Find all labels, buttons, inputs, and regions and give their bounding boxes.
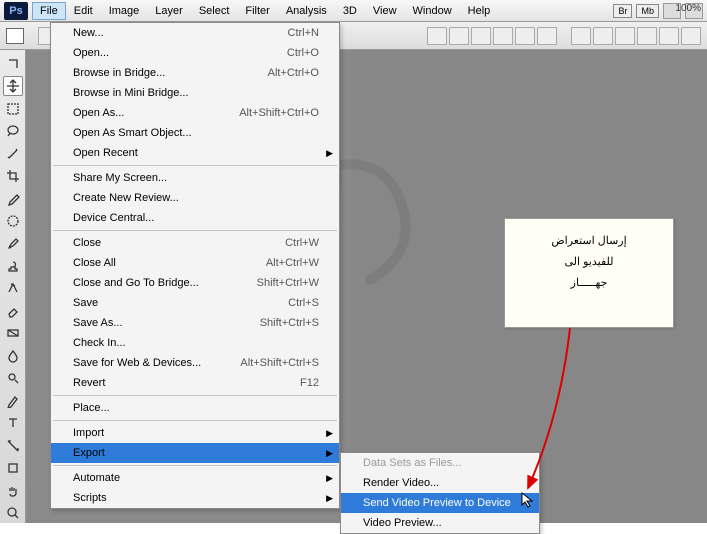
minibridge-badge[interactable]: Mb [636, 4, 659, 18]
submenu-arrow-icon: ▶ [326, 493, 333, 504]
menu-help[interactable]: Help [460, 2, 499, 20]
menu-file[interactable]: File [32, 2, 66, 20]
tool-brush[interactable] [3, 234, 23, 253]
align-group [427, 27, 557, 45]
menuitem-place[interactable]: Place... [51, 398, 339, 418]
tool-zoom[interactable] [3, 503, 23, 522]
export-submenu: Data Sets as Files...Render Video...Send… [340, 452, 540, 534]
align-btn[interactable] [449, 27, 469, 45]
menu-layer[interactable]: Layer [147, 2, 191, 20]
tool-move[interactable] [3, 76, 23, 96]
submenuitem-data-sets-as-files: Data Sets as Files... [341, 453, 539, 473]
menuitem-save-for-web-devices[interactable]: Save for Web & Devices...Alt+Shift+Ctrl+… [51, 353, 339, 373]
menu-filter[interactable]: Filter [237, 2, 277, 20]
submenuitem-render-video[interactable]: Render Video... [341, 473, 539, 493]
dist-btn[interactable] [615, 27, 635, 45]
menuitem-check-in: Check In... [51, 333, 339, 353]
note-line: جهـــــاز [513, 273, 665, 294]
menuitem-new[interactable]: New...Ctrl+N [51, 23, 339, 43]
zoom-label: 100% [675, 3, 701, 14]
menuitem-open-as-smart-object[interactable]: Open As Smart Object... [51, 123, 339, 143]
tool-wand[interactable] [3, 144, 23, 163]
tool-stamp[interactable] [3, 256, 23, 275]
dist-btn[interactable] [571, 27, 591, 45]
menubar: Ps FileEditImageLayerSelectFilterAnalysi… [0, 0, 707, 22]
tool-blur[interactable] [3, 346, 23, 365]
tool-pen[interactable] [3, 391, 23, 410]
tool-grab[interactable] [3, 54, 23, 73]
cursor-icon [520, 491, 538, 509]
align-btn[interactable] [471, 27, 491, 45]
tools-panel [0, 50, 26, 523]
menubar-items: FileEditImageLayerSelectFilterAnalysis3D… [32, 0, 498, 21]
tool-type[interactable] [3, 414, 23, 433]
file-menu-dropdown: New...Ctrl+NOpen...Ctrl+OBrowse in Bridg… [50, 22, 340, 509]
menu-window[interactable]: Window [405, 2, 460, 20]
tool-dodge[interactable] [3, 369, 23, 388]
menu-image[interactable]: Image [101, 2, 148, 20]
menu-view[interactable]: View [365, 2, 405, 20]
menu-analysis[interactable]: Analysis [278, 2, 335, 20]
tool-lasso[interactable] [3, 121, 23, 140]
tool-heal[interactable] [3, 211, 23, 230]
distribute-group [571, 27, 701, 45]
align-btn[interactable] [537, 27, 557, 45]
menu-separator [53, 230, 337, 231]
dist-btn[interactable] [659, 27, 679, 45]
align-btn[interactable] [427, 27, 447, 45]
menuitem-device-central[interactable]: Device Central... [51, 208, 339, 228]
submenu-arrow-icon: ▶ [326, 148, 333, 159]
app-logo: Ps [4, 2, 28, 20]
menuitem-open-recent[interactable]: Open Recent▶ [51, 143, 339, 163]
tool-marquee[interactable] [3, 99, 23, 118]
submenu-arrow-icon: ▶ [326, 428, 333, 439]
menuitem-save-as[interactable]: Save As...Shift+Ctrl+S [51, 313, 339, 333]
menu-separator [53, 420, 337, 421]
note-line: إرسال استعراض [513, 231, 665, 252]
menuitem-export[interactable]: Export▶ [51, 443, 339, 463]
menuitem-share-my-screen[interactable]: Share My Screen... [51, 168, 339, 188]
submenu-arrow-icon: ▶ [326, 448, 333, 459]
menu-separator [53, 165, 337, 166]
submenuitem-send-video-preview-to-device[interactable]: Send Video Preview to Device [341, 493, 539, 513]
align-btn[interactable] [493, 27, 513, 45]
annotation-note: إرسال استعراض للفيديو الى جهـــــاز [504, 218, 674, 328]
dist-btn[interactable] [681, 27, 701, 45]
menuitem-scripts[interactable]: Scripts▶ [51, 488, 339, 508]
menuitem-revert: RevertF12 [51, 373, 339, 393]
tool-preset-icon[interactable] [6, 28, 24, 44]
tool-rect[interactable] [3, 459, 23, 478]
menuitem-open-as[interactable]: Open As...Alt+Shift+Ctrl+O [51, 103, 339, 123]
menuitem-save[interactable]: SaveCtrl+S [51, 293, 339, 313]
bridge-badge[interactable]: Br [613, 4, 632, 18]
menuitem-import[interactable]: Import▶ [51, 423, 339, 443]
align-btn[interactable] [515, 27, 535, 45]
menuitem-close-all[interactable]: Close AllAlt+Ctrl+W [51, 253, 339, 273]
menuitem-create-new-review[interactable]: Create New Review... [51, 188, 339, 208]
tool-eyedrop[interactable] [3, 189, 23, 208]
menuitem-browse-in-mini-bridge[interactable]: Browse in Mini Bridge... [51, 83, 339, 103]
dist-btn[interactable] [593, 27, 613, 45]
tool-path[interactable] [3, 436, 23, 455]
tool-gradient[interactable] [3, 324, 23, 343]
tool-eraser[interactable] [3, 301, 23, 320]
submenuitem-video-preview[interactable]: Video Preview... [341, 513, 539, 533]
submenu-arrow-icon: ▶ [326, 473, 333, 484]
tool-crop[interactable] [3, 166, 23, 185]
tool-history[interactable] [3, 279, 23, 298]
menu-separator [53, 465, 337, 466]
menuitem-browse-in-bridge[interactable]: Browse in Bridge...Alt+Ctrl+O [51, 63, 339, 83]
menu-separator [53, 395, 337, 396]
menu-edit[interactable]: Edit [66, 2, 101, 20]
window-controls: Br Mb 100% [613, 3, 703, 19]
menu-3d[interactable]: 3D [335, 2, 365, 20]
note-line: للفيديو الى [513, 252, 665, 273]
menuitem-close[interactable]: CloseCtrl+W [51, 233, 339, 253]
tool-hand[interactable] [3, 481, 23, 500]
menuitem-automate[interactable]: Automate▶ [51, 468, 339, 488]
menu-select[interactable]: Select [191, 2, 238, 20]
dist-btn[interactable] [637, 27, 657, 45]
menuitem-close-and-go-to-bridge[interactable]: Close and Go To Bridge...Shift+Ctrl+W [51, 273, 339, 293]
menuitem-open[interactable]: Open...Ctrl+O [51, 43, 339, 63]
